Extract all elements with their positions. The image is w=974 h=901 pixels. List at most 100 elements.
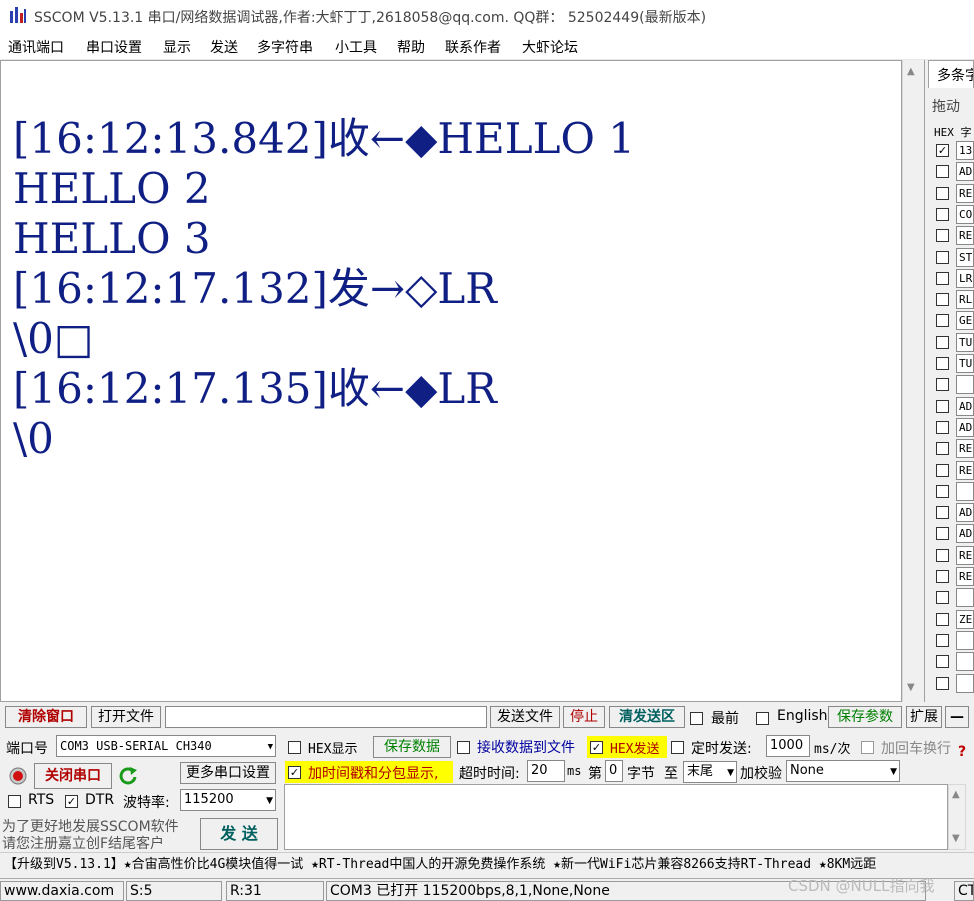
scroll-up-icon[interactable]: ▲ <box>952 789 960 800</box>
multistring-item[interactable]: GE <box>956 311 974 331</box>
expand-button[interactable]: 扩展 <box>906 706 942 728</box>
menu-send[interactable]: 发送 <box>210 37 238 57</box>
timeout-input[interactable]: 20 <box>527 760 565 782</box>
multistring-hex-checkbox[interactable]: ✓ <box>936 144 949 157</box>
multistring-item[interactable] <box>956 652 974 672</box>
refresh-icon[interactable] <box>118 765 138 787</box>
multistring-hex-checkbox[interactable] <box>936 591 949 605</box>
rts-checkbox[interactable] <box>8 795 21 808</box>
recv-to-file-checkbox[interactable] <box>457 741 470 754</box>
multistring-item[interactable] <box>956 588 974 608</box>
tab-multistring[interactable]: 多条字 <box>928 60 974 88</box>
multistring-item[interactable]: LR <box>956 268 974 288</box>
hex-display-checkbox[interactable] <box>288 741 301 754</box>
menu-tools[interactable]: 小工具 <box>335 37 377 57</box>
multistring-hex-checkbox[interactable] <box>936 420 949 434</box>
baud-select[interactable]: 115200 ▼ <box>180 789 276 811</box>
multistring-item[interactable]: RL <box>956 290 974 310</box>
end-select[interactable]: 末尾 ▼ <box>683 761 737 783</box>
multistring-hex-checkbox[interactable] <box>936 676 949 690</box>
clear-window-button[interactable]: 清除窗口 <box>5 706 87 728</box>
menu-comm-port[interactable]: 通讯端口 <box>8 37 64 57</box>
multistring-item[interactable] <box>956 630 974 650</box>
multistring-hex-checkbox[interactable] <box>936 357 949 370</box>
multistring-hex-checkbox[interactable] <box>936 548 949 562</box>
send-scrollbar[interactable]: ▲ ▼ <box>948 784 966 850</box>
multistring-hex-checkbox[interactable] <box>936 655 949 669</box>
topmost-checkbox[interactable] <box>690 712 703 725</box>
scroll-up-icon[interactable]: ▲ <box>907 66 915 77</box>
receive-scrollbar[interactable]: ▲ ▼ <box>902 60 921 702</box>
nth-input[interactable]: 0 <box>605 760 623 782</box>
multistring-hex-checkbox[interactable] <box>936 612 949 626</box>
open-file-button[interactable]: 打开文件 <box>91 706 161 728</box>
multistring-hex-checkbox[interactable] <box>936 165 949 179</box>
timestamp-checkbox[interactable]: ✓ <box>288 766 301 779</box>
multistring-item[interactable]: AD <box>956 417 974 437</box>
menu-forum[interactable]: 大虾论坛 <box>522 37 578 57</box>
timed-send-checkbox[interactable] <box>671 741 684 754</box>
stop-button[interactable]: 停止 <box>563 706 605 728</box>
send-button[interactable]: 发 送 <box>200 818 278 850</box>
multistring-hex-checkbox[interactable] <box>936 506 949 520</box>
multistring-item[interactable]: TU <box>956 332 974 352</box>
multistring-item[interactable]: RE <box>956 567 974 586</box>
collapse-button[interactable]: — <box>945 706 969 728</box>
website-link[interactable]: www.daxia.com <box>0 881 124 901</box>
multistring-hex-checkbox[interactable] <box>936 442 949 456</box>
send-file-button[interactable]: 发送文件 <box>490 706 560 728</box>
multistring-hex-checkbox[interactable] <box>936 314 949 328</box>
receive-window[interactable]: [16:12:13.842]收←◆HELLO 1 HELLO 2 HELLO 3… <box>0 60 902 702</box>
multistring-hex-checkbox[interactable] <box>936 463 949 477</box>
help-icon[interactable]: ? <box>958 744 966 760</box>
multistring-item[interactable]: 13 <box>956 141 974 160</box>
multistring-item[interactable]: AD <box>956 396 974 416</box>
multistring-item[interactable]: ZE <box>956 609 974 629</box>
file-path-input[interactable] <box>165 706 487 728</box>
multistring-hex-checkbox[interactable] <box>936 293 949 307</box>
multistring-item[interactable]: ST <box>956 247 974 267</box>
multistring-item[interactable]: TU <box>956 354 974 373</box>
menu-multistring[interactable]: 多字符串 <box>257 37 313 57</box>
multistring-hex-checkbox[interactable] <box>936 335 949 349</box>
menu-display[interactable]: 显示 <box>163 37 191 57</box>
multistring-item[interactable]: CO <box>956 204 974 224</box>
multistring-item[interactable]: AD <box>956 503 974 523</box>
multistring-item[interactable] <box>956 375 974 395</box>
multistring-hex-checkbox[interactable] <box>936 633 949 647</box>
hex-send-checkbox[interactable]: ✓ <box>590 741 603 754</box>
multistring-hex-checkbox[interactable] <box>936 399 949 413</box>
multistring-item[interactable]: RE <box>956 183 974 203</box>
append-newline-checkbox[interactable] <box>861 741 874 754</box>
multistring-item[interactable] <box>956 481 974 501</box>
more-serial-settings-button[interactable]: 更多串口设置 <box>180 762 276 784</box>
menu-contact-author[interactable]: 联系作者 <box>445 37 501 57</box>
multistring-hex-checkbox[interactable] <box>936 271 949 285</box>
send-input[interactable] <box>284 784 948 850</box>
multistring-item[interactable]: AD <box>956 524 974 544</box>
english-checkbox[interactable] <box>756 712 769 725</box>
multistring-item[interactable] <box>956 673 974 693</box>
multistring-hex-checkbox[interactable] <box>936 527 949 541</box>
multistring-item[interactable]: RE <box>956 226 974 246</box>
save-params-button[interactable]: 保存参数 <box>828 706 902 728</box>
multistring-item[interactable]: RE <box>956 460 974 480</box>
interval-input[interactable]: 1000 <box>766 735 810 757</box>
multistring-item[interactable]: AD <box>956 162 974 182</box>
clear-send-button[interactable]: 清发送区 <box>609 706 685 728</box>
multistring-hex-checkbox[interactable] <box>936 207 949 221</box>
close-port-button[interactable]: 关闭串口 <box>34 763 112 789</box>
multistring-hex-checkbox[interactable] <box>936 378 949 392</box>
checksum-select[interactable]: None ▼ <box>786 760 900 782</box>
scroll-down-icon[interactable]: ▼ <box>952 833 960 844</box>
scroll-down-icon[interactable]: ▼ <box>907 682 915 693</box>
multistring-item[interactable]: RE <box>956 439 974 459</box>
multistring-item[interactable]: RE <box>956 545 974 565</box>
dtr-checkbox[interactable]: ✓ <box>65 795 78 808</box>
multistring-hex-checkbox[interactable] <box>936 484 949 498</box>
multistring-hex-checkbox[interactable] <box>936 229 949 243</box>
multistring-hex-checkbox[interactable] <box>936 570 949 583</box>
multistring-hex-checkbox[interactable] <box>936 250 949 264</box>
multistring-hex-checkbox[interactable] <box>936 186 949 200</box>
menu-help[interactable]: 帮助 <box>397 37 425 57</box>
